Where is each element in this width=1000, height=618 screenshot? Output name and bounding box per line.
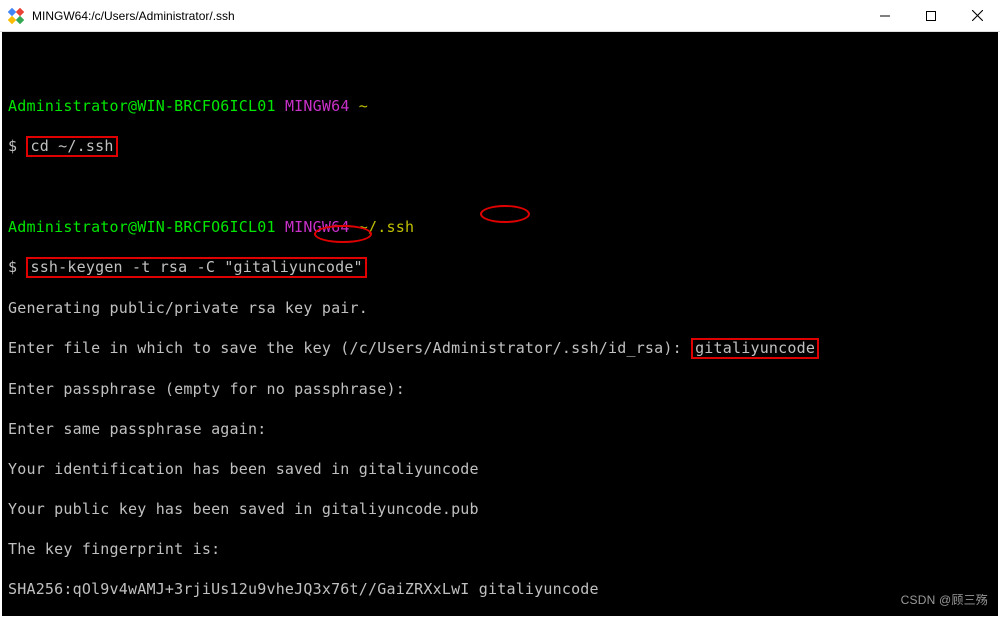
prompt-path: ~/.ssh: [359, 218, 414, 236]
window-controls: [862, 0, 1000, 31]
watermark: CSDN @顾三殇: [901, 590, 988, 610]
prompt-line: Administrator@WIN-BRCFO6ICL01 MINGW64 ~: [8, 96, 992, 116]
prompt-user-host: Administrator@WIN-BRCFO6ICL01: [8, 97, 276, 115]
blank-line: [8, 177, 992, 197]
minimize-button[interactable]: [862, 0, 908, 31]
highlight-keygen-command: ssh-keygen -t rsa -C "gitaliyuncode": [26, 257, 366, 278]
prompt-path: ~: [359, 97, 368, 115]
highlight-cd-command: cd ~/.ssh: [26, 136, 117, 157]
output-text: Enter file in which to save the key (/c/…: [8, 339, 691, 357]
blank-line: [8, 56, 992, 76]
output-line: Enter file in which to save the key (/c/…: [8, 338, 992, 359]
app-icon: [8, 8, 24, 24]
output-line: Your public key has been saved in gitali…: [8, 499, 992, 519]
prompt-line: Administrator@WIN-BRCFO6ICL01 MINGW64 ~/…: [8, 217, 992, 237]
highlight-filename: gitaliyuncode: [691, 338, 819, 359]
prompt-symbol: $: [8, 137, 26, 155]
maximize-button[interactable]: [908, 0, 954, 31]
output-line: Your identification has been saved in gi…: [8, 459, 992, 479]
output-line: Enter passphrase (empty for no passphras…: [8, 379, 992, 399]
window: MINGW64:/c/Users/Administrator/.ssh Admi…: [0, 0, 1000, 618]
prompt-symbol: $: [8, 258, 26, 276]
prompt-user-host: Administrator@WIN-BRCFO6ICL01: [8, 218, 276, 236]
command-line: $ ssh-keygen -t rsa -C "gitaliyuncode": [8, 257, 992, 278]
prompt-env: MINGW64: [285, 97, 350, 115]
prompt-env: MINGW64: [285, 218, 350, 236]
terminal[interactable]: Administrator@WIN-BRCFO6ICL01 MINGW64 ~ …: [0, 32, 1000, 618]
window-title: MINGW64:/c/Users/Administrator/.ssh: [32, 9, 862, 23]
output-line: Generating public/private rsa key pair.: [8, 298, 992, 318]
titlebar[interactable]: MINGW64:/c/Users/Administrator/.ssh: [0, 0, 1000, 32]
command-line: $ cd ~/.ssh: [8, 136, 992, 157]
output-line: The key fingerprint is:: [8, 539, 992, 559]
close-button[interactable]: [954, 0, 1000, 31]
output-line: SHA256:qOl9v4wAMJ+3rjiUs12u9vheJQ3x76t//…: [8, 579, 992, 599]
output-line: Enter same passphrase again:: [8, 419, 992, 439]
